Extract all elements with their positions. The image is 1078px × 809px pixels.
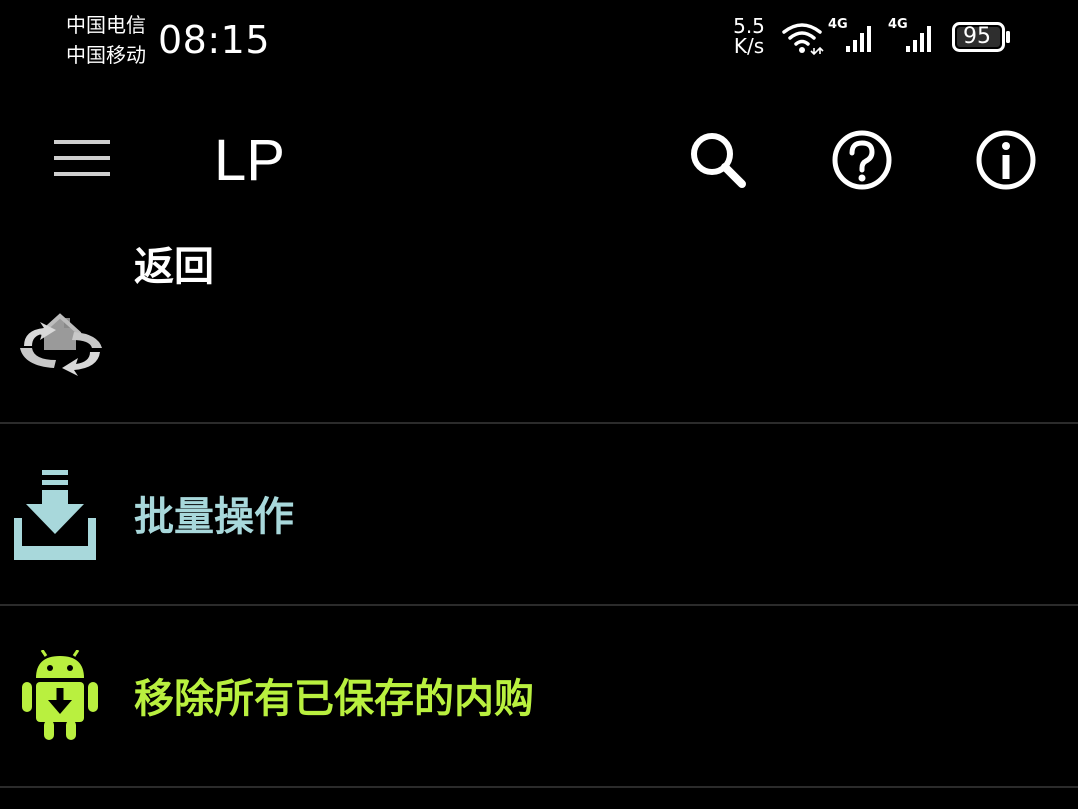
info-icon <box>976 130 1036 190</box>
menu-button[interactable] <box>40 124 124 192</box>
search-button[interactable] <box>680 122 756 198</box>
status-bar: 中国电信 中国移动 08:15 5.5 K/s 4G 4G 95 <box>0 0 1078 82</box>
search-icon <box>691 133 746 188</box>
carrier-1: 中国电信 <box>66 13 146 37</box>
list-item-label: 返回 <box>134 244 214 290</box>
network-speed-value: 5.5 <box>733 14 765 38</box>
carrier-2: 中国移动 <box>66 43 146 67</box>
wifi-icon <box>782 23 824 56</box>
menu-icon <box>54 140 110 176</box>
list-item-remove-saved-purchases[interactable]: 移除所有已保存的内购 <box>0 606 1078 788</box>
android-download-icon <box>22 650 98 740</box>
carrier-names: 中国电信 中国移动 <box>66 10 156 70</box>
help-icon <box>832 130 892 190</box>
network-speed: 5.5 K/s <box>728 16 770 56</box>
download-tray-icon <box>14 470 96 560</box>
action-list: 返回 批量操作 移除所有已保存的内购 <box>0 242 1078 788</box>
list-item-batch-operation[interactable]: 批量操作 <box>0 424 1078 606</box>
info-button[interactable] <box>968 122 1044 198</box>
status-clock: 08:15 <box>158 18 271 62</box>
app-bar: LP <box>0 82 1078 242</box>
home-refresh-icon <box>20 313 102 376</box>
network-speed-unit: K/s <box>733 34 765 58</box>
battery-level: 95 <box>963 24 991 49</box>
signal-4g-icon: 4G <box>828 18 880 58</box>
list-item-back[interactable]: 返回 <box>0 242 1078 424</box>
list-item-label: 批量操作 <box>134 494 294 540</box>
help-button[interactable] <box>824 122 900 198</box>
app-title: LP <box>214 128 285 193</box>
signal-4g-icon: 4G <box>888 18 940 58</box>
battery-icon: 95 <box>952 22 1010 52</box>
list-item-label: 移除所有已保存的内购 <box>134 676 534 722</box>
